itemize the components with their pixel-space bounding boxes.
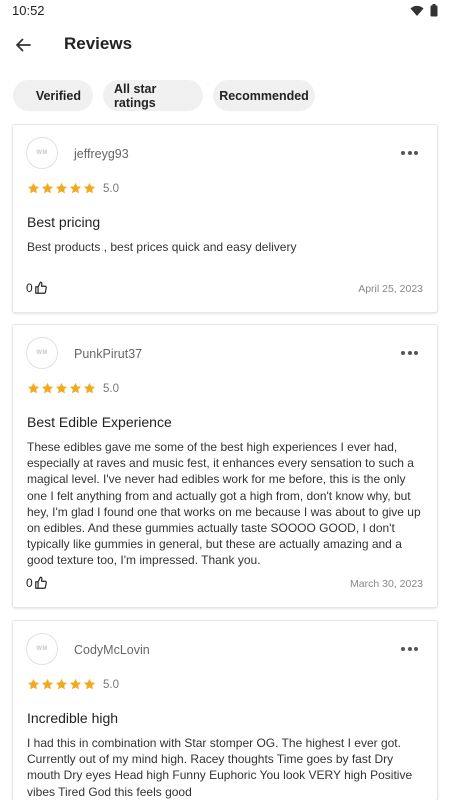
review-card: WM jeffreyg93 5.0 Best pricing Best prod…	[13, 125, 437, 312]
back-button[interactable]	[10, 32, 36, 58]
avatar: WM	[26, 633, 58, 665]
avatar-text: WM	[36, 646, 48, 652]
helpful-count: 0	[26, 281, 33, 295]
review-title: Best pricing	[27, 214, 101, 230]
thumbs-up-icon	[34, 281, 47, 294]
review-username[interactable]: jeffreyg93	[74, 147, 129, 161]
review-card: WM PunkPirut37 5.0 Best Edible Experienc…	[13, 325, 437, 607]
review-body: These edibles gave me some of the best h…	[27, 440, 421, 568]
star-rating: 5.0	[27, 182, 119, 195]
review-body: Best products , best prices quick and ea…	[27, 240, 297, 254]
rating-value: 5.0	[103, 382, 119, 395]
wifi-icon	[410, 5, 424, 16]
star-icon	[41, 382, 54, 394]
star-rating: 5.0	[27, 678, 119, 691]
review-username[interactable]: PunkPirut37	[74, 347, 142, 361]
review-card: WM CodyMcLovin 5.0 Incredible high I had…	[13, 621, 437, 800]
rating-value: 5.0	[103, 182, 119, 195]
review-date: April 25, 2023	[358, 283, 423, 295]
review-username[interactable]: CodyMcLovin	[74, 643, 150, 657]
star-icon	[41, 182, 54, 194]
star-icon	[55, 382, 68, 394]
rating-value: 5.0	[103, 678, 119, 691]
filter-chip-recommended[interactable]: Recommended	[213, 80, 315, 111]
more-options-button[interactable]	[401, 645, 421, 653]
star-icon	[27, 678, 40, 690]
star-icon	[69, 382, 82, 394]
star-icon	[83, 182, 96, 194]
star-icon	[27, 382, 40, 394]
helpful-button[interactable]: 0	[26, 281, 48, 295]
helpful-button[interactable]: 0	[26, 576, 48, 590]
star-icon	[83, 678, 96, 690]
thumbs-up-icon	[34, 576, 47, 589]
star-icon	[69, 182, 82, 194]
status-icons	[410, 4, 438, 17]
avatar: WM	[26, 337, 58, 369]
avatar-text: WM	[36, 350, 48, 356]
status-time: 10:52	[12, 3, 45, 18]
star-icon	[69, 678, 82, 690]
status-bar: 10:52	[0, 0, 450, 22]
battery-icon	[430, 4, 438, 17]
filter-chips: Verified All star ratings Recommended	[13, 80, 315, 111]
star-rating: 5.0	[27, 382, 119, 395]
app-bar: Reviews	[0, 22, 450, 68]
page-title: Reviews	[64, 34, 133, 53]
star-icon	[83, 382, 96, 394]
star-icon	[41, 678, 54, 690]
star-icon	[27, 182, 40, 194]
review-title: Best Edible Experience	[27, 414, 172, 430]
review-title: Incredible high	[27, 710, 119, 726]
more-options-button[interactable]	[401, 349, 421, 357]
filter-chip-star-ratings[interactable]: All star ratings	[103, 80, 203, 111]
avatar-text: WM	[36, 150, 48, 156]
star-icon	[55, 678, 68, 690]
star-icon	[55, 182, 68, 194]
avatar: WM	[26, 137, 58, 169]
more-options-button[interactable]	[401, 149, 421, 157]
review-date: March 30, 2023	[350, 578, 423, 590]
filter-chip-verified[interactable]: Verified	[13, 80, 93, 111]
arrow-left-icon	[16, 38, 31, 52]
helpful-count: 0	[26, 576, 33, 590]
review-body: I had this in combination with Star stom…	[27, 736, 413, 799]
